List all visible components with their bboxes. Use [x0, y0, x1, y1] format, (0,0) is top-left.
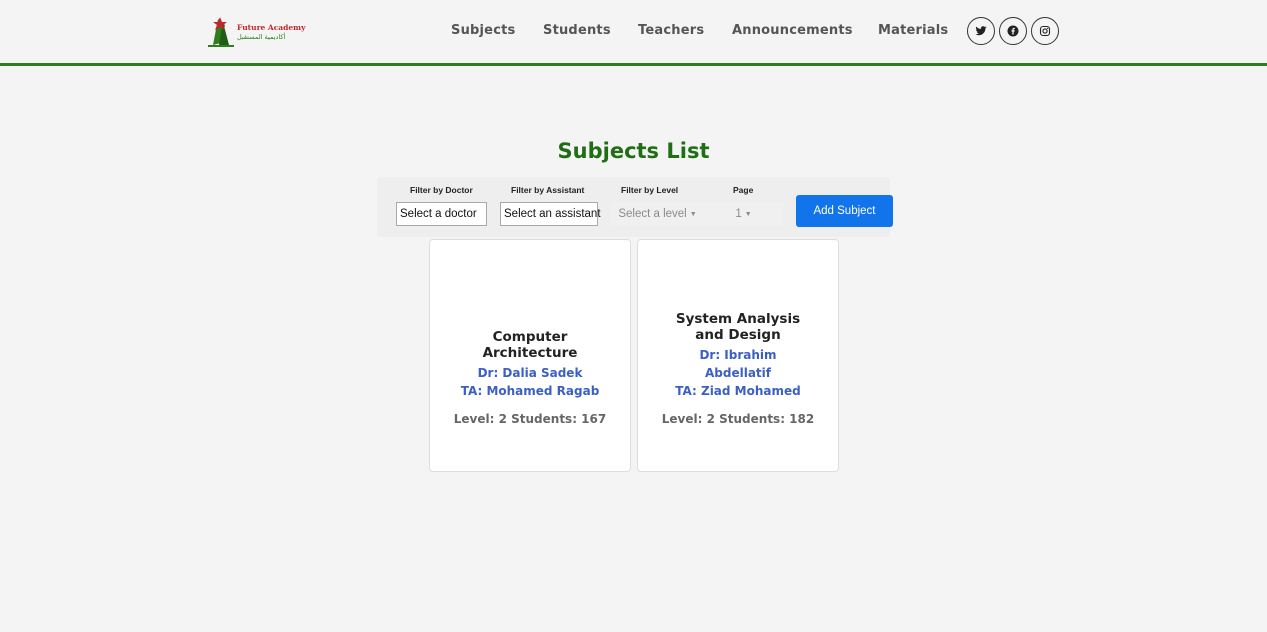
assistant-filter-select[interactable]: Select an assistant: [500, 202, 601, 226]
doctor-filter-select[interactable]: Select a doctor: [396, 202, 487, 226]
level-filter-select[interactable]: Select a level ▼: [611, 202, 704, 226]
assistant-filter-label: Filter by Assistant: [511, 185, 585, 195]
chevron-down-icon: ▼: [689, 210, 697, 218]
logo[interactable]: Future Academy أكاديمية المستقبل: [205, 14, 305, 50]
filter-bar: Filter by Doctor Select a doctor Filter …: [377, 177, 893, 237]
facebook-icon[interactable]: [999, 17, 1027, 45]
chevron-down-icon: ▼: [744, 210, 752, 218]
logo-name-en: Future Academy: [237, 23, 306, 32]
level-filter-label: Filter by Level: [621, 185, 679, 195]
page-select[interactable]: 1 ▼: [704, 202, 783, 226]
site-header: Future Academy أكاديمية المستقبل Subject…: [0, 0, 1267, 66]
twitter-icon[interactable]: [967, 17, 995, 45]
nav-teachers[interactable]: Teachers: [638, 23, 704, 38]
subject-doctor: Dr: Dalia Sadek: [477, 366, 583, 380]
nav-students[interactable]: Students: [543, 23, 611, 38]
logo-mark-icon: [205, 15, 237, 49]
subject-ta: TA: Ziad Mohamed: [675, 384, 801, 398]
subject-card[interactable]: Computer Architecture Dr: Dalia Sadek TA…: [429, 239, 631, 472]
nav-subjects[interactable]: Subjects: [451, 23, 515, 38]
instagram-icon[interactable]: [1031, 17, 1059, 45]
subject-meta: Level: 2 Students: 167: [453, 412, 607, 426]
nav-materials[interactable]: Materials: [878, 23, 948, 38]
doctor-filter-label: Filter by Doctor: [410, 185, 473, 195]
page-filter-label: Page: [733, 185, 754, 195]
subject-title: Computer Architecture: [482, 329, 578, 361]
subject-title: System Analysis and Design: [675, 311, 801, 343]
add-subject-button[interactable]: Add Subject: [796, 195, 893, 227]
page-title: Subjects List: [557, 139, 710, 163]
logo-name-ar: أكاديمية المستقبل: [237, 32, 286, 41]
subject-ta: TA: Mohamed Ragab: [460, 384, 600, 398]
subject-card[interactable]: System Analysis and Design Dr: Ibrahim A…: [637, 239, 839, 472]
subject-meta: Level: 2 Students: 182: [661, 412, 815, 426]
nav-announcements[interactable]: Announcements: [732, 23, 853, 38]
subject-doctor: Dr: Ibrahim Abdellatif: [699, 348, 777, 380]
